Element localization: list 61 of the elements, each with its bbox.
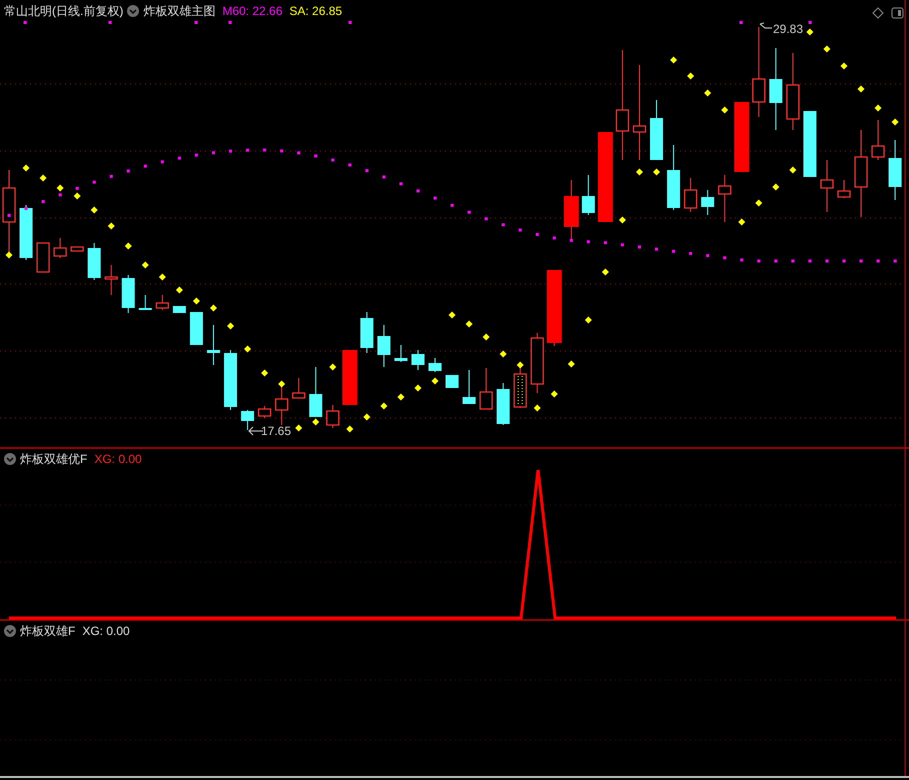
indicator-value: XG: 0.00 [82, 624, 130, 638]
candlestick [496, 382, 510, 426]
candlestick [156, 294, 169, 310]
candlestick [172, 306, 186, 314]
candlestick [820, 160, 834, 212]
candlestick [342, 350, 358, 406]
candlestick [803, 110, 816, 178]
indicator-name: 炸板双雄优F [20, 452, 88, 466]
price-label: 29.83 [773, 22, 804, 36]
candlestick [530, 332, 544, 394]
diamond-icon [872, 7, 884, 19]
stock-title: 常山北明(日线.前复权) [4, 4, 124, 18]
candlestick [888, 140, 902, 200]
candlestick [258, 406, 272, 418]
candlestick [275, 384, 288, 426]
candlestick [104, 264, 118, 296]
arrow-icon [760, 22, 772, 28]
candlestick [138, 294, 152, 310]
candlestick [871, 120, 885, 160]
candlestick [650, 100, 664, 160]
indicator-name: 炸板双雄F [20, 624, 76, 638]
candlestick [54, 238, 67, 258]
candlestick [564, 180, 579, 240]
candlestick [684, 178, 698, 212]
candlestick [224, 350, 238, 410]
panel-toggle-icon [892, 8, 904, 18]
candlestick [122, 274, 135, 314]
candlestick [292, 378, 306, 399]
candlestick [837, 180, 851, 198]
candlestick [734, 102, 750, 172]
candlestick [411, 350, 424, 370]
candlestick [480, 368, 493, 410]
candlestick [190, 312, 203, 346]
indicator-value: SA: 26.85 [289, 4, 342, 18]
candlestick [88, 242, 101, 280]
candlestick [582, 174, 595, 216]
candlestick [428, 358, 442, 372]
candlestick [70, 246, 84, 252]
candlestick [326, 404, 340, 428]
candlestick [514, 368, 527, 408]
candlestick [394, 344, 408, 362]
candlestick [446, 374, 459, 388]
indicator-name: 炸板双雄主图 [143, 4, 216, 18]
arrow-icon [248, 426, 264, 436]
candlestick [309, 366, 322, 418]
candlestick [462, 370, 476, 404]
candlestick [241, 410, 254, 430]
candlestick [667, 144, 680, 210]
candlestick [20, 204, 33, 260]
chevron-down-icon [4, 625, 16, 637]
price-label: 17.65 [261, 424, 292, 438]
candlestick [377, 324, 390, 368]
candlestick [360, 312, 374, 354]
indicator-value: M60: 22.66 [222, 4, 282, 18]
chevron-down-icon [4, 453, 16, 465]
candlestick [36, 242, 50, 273]
candlestick [701, 190, 714, 216]
indicator-value: XG: 0.00 [94, 452, 142, 466]
chevron-down-icon [127, 5, 140, 17]
candlestick [718, 174, 732, 222]
candlestick [206, 324, 220, 366]
